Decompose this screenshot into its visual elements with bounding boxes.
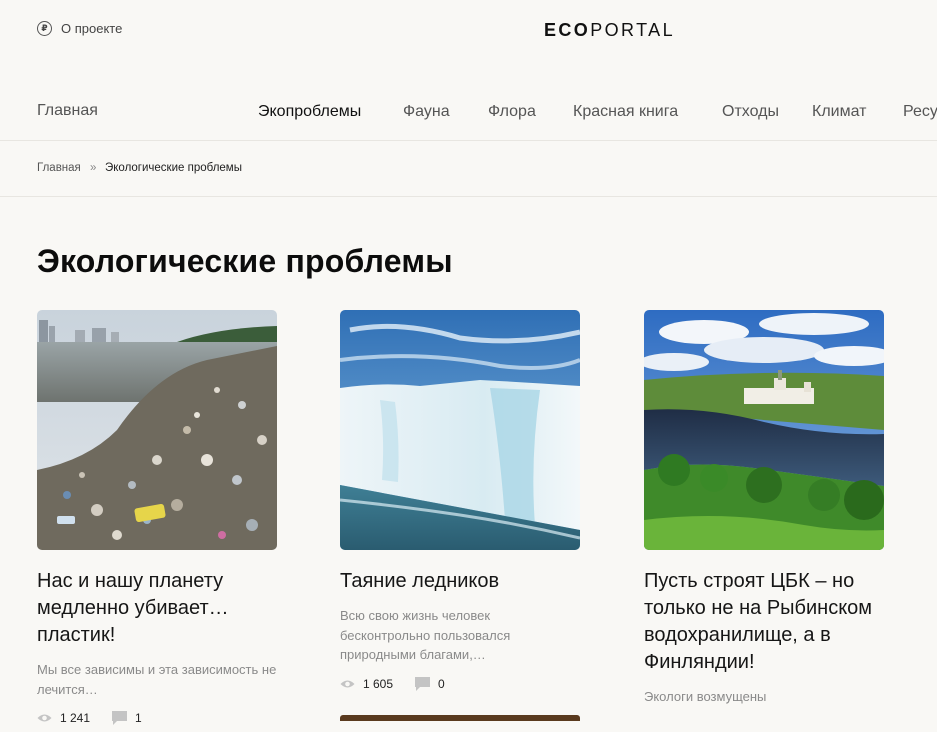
comment-icon (112, 711, 128, 725)
article-title[interactable]: Таяние ледников (340, 568, 580, 595)
breadcrumb-separator: » (90, 162, 97, 174)
ruble-circle-icon: ₽ (37, 21, 52, 36)
article-card-glaciers: Таяние ледников Всю свою жизнь человек б… (340, 310, 580, 721)
comment-icon (415, 676, 431, 691)
eye-icon (37, 714, 52, 722)
about-project-label: О проекте (61, 21, 123, 36)
article-image-river-monastery[interactable] (644, 310, 884, 550)
breadcrumb: Главная » Экологические проблемы (0, 141, 937, 197)
nav-item-home[interactable]: Главная (37, 102, 98, 120)
breadcrumb-home[interactable]: Главная (37, 162, 81, 174)
article-image-plastic-beach[interactable] (37, 310, 277, 550)
site-logo[interactable]: ECOPORTAL (544, 20, 675, 40)
main-nav: Главная Экопроблемы Фауна Флора Красная … (0, 88, 937, 141)
article-excerpt: Мы все зависимы и эта зависимость не леч… (37, 662, 277, 697)
about-project-link[interactable]: ₽ О проекте (37, 21, 122, 36)
nav-item-resources[interactable]: Ресу (903, 103, 937, 121)
article-excerpt: Всю свою жизнь человек бесконтрольно пол… (340, 608, 511, 662)
nav-item-red-book[interactable]: Красная книга (573, 103, 678, 121)
top-bar: ₽ О проекте ECOPORTAL (0, 0, 937, 60)
comments-count: 1 (112, 711, 142, 725)
nav-item-fauna[interactable]: Фауна (403, 103, 450, 121)
nav-item-waste[interactable]: Отходы (722, 103, 779, 121)
comments-count: 0 (415, 676, 445, 691)
nav-item-climate[interactable]: Климат (812, 103, 866, 121)
article-card-pulp-mill: Пусть строят ЦБК – но только не на Рыбин… (644, 310, 884, 707)
views-count: 1 605 (340, 677, 393, 691)
article-excerpt: Экологи возмущены (644, 689, 767, 704)
nav-item-flora[interactable]: Флора (488, 103, 536, 121)
article-title[interactable]: Нас и нашу планету медленно убивает… пла… (37, 568, 277, 649)
article-card-plastic: Нас и нашу планету медленно убивает… пла… (37, 310, 277, 725)
breadcrumb-current: Экологические проблемы (105, 162, 242, 174)
article-stats: 1 241 1 (37, 711, 277, 725)
article-title[interactable]: Пусть строят ЦБК – но только не на Рыбин… (644, 568, 884, 676)
next-card-preview (340, 714, 580, 721)
article-image-glacier[interactable] (340, 310, 580, 550)
eye-icon (340, 680, 355, 687)
nav-item-ecoproblems[interactable]: Экопроблемы (258, 103, 361, 121)
views-count: 1 241 (37, 711, 90, 725)
article-stats: 1 605 0 (340, 676, 580, 691)
page-title: Экологические проблемы (37, 243, 453, 279)
